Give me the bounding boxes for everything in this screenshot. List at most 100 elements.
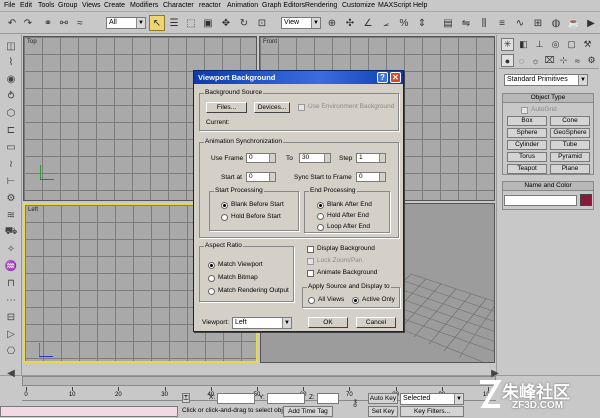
geosphere-button[interactable]: GeoSphere bbox=[550, 128, 590, 138]
rigid-body-icon[interactable]: ◫ bbox=[3, 39, 19, 53]
constraint-icon[interactable]: ⊏ bbox=[3, 123, 19, 137]
deforming-mesh-icon[interactable]: ⬡ bbox=[3, 106, 19, 120]
active-only-radio[interactable] bbox=[352, 297, 359, 304]
plane-icon[interactable]: ▭ bbox=[3, 140, 19, 154]
set-key-icon[interactable]: ⚷ bbox=[345, 396, 365, 410]
y-coord-input[interactable] bbox=[267, 393, 305, 404]
softbody-icon[interactable]: ◉ bbox=[3, 72, 19, 86]
layer-manager-icon[interactable]: ≡ bbox=[494, 15, 510, 31]
start-at-spinner[interactable]: 0 bbox=[246, 172, 276, 182]
menu-group[interactable]: Group bbox=[58, 1, 77, 11]
menu-help[interactable]: Help bbox=[413, 1, 427, 11]
dialog-title-bar[interactable]: Viewport Background ? ✕ bbox=[194, 71, 403, 84]
create-tab-icon[interactable]: ✳ bbox=[501, 38, 514, 51]
named-selection-icon[interactable]: ▤ bbox=[440, 15, 456, 31]
pyramid-button[interactable]: Pyramid bbox=[550, 152, 590, 162]
mirror-icon[interactable]: ⇋ bbox=[458, 15, 474, 31]
display-tab-icon[interactable]: ▢ bbox=[565, 38, 578, 51]
box-button[interactable]: Box bbox=[507, 116, 547, 126]
cone-button[interactable]: Cone bbox=[550, 116, 590, 126]
geometry-icon[interactable]: ● bbox=[501, 54, 514, 67]
water-icon[interactable]: ♒ bbox=[3, 259, 19, 273]
close-icon[interactable]: ✕ bbox=[390, 72, 401, 83]
menu-create[interactable]: Create bbox=[104, 1, 125, 11]
hinge-icon[interactable]: ⊓ bbox=[3, 276, 19, 290]
redo-icon[interactable]: ↷ bbox=[20, 15, 36, 31]
region-select-icon[interactable]: ⬚ bbox=[183, 15, 199, 31]
fracture-icon[interactable]: ✧ bbox=[3, 242, 19, 256]
key-set-dropdown[interactable]: Selected ▼ bbox=[400, 393, 464, 405]
help-icon[interactable]: ? bbox=[377, 72, 388, 83]
shapes-icon[interactable]: ◌ bbox=[515, 54, 528, 67]
select-link-icon[interactable]: ⚭ bbox=[40, 15, 56, 31]
cloth-icon[interactable]: ⌇ bbox=[3, 55, 19, 69]
plane-button[interactable]: Plane bbox=[550, 164, 590, 174]
key-filters-button[interactable]: Key Filters... bbox=[400, 406, 464, 417]
menu-customize[interactable]: Customize bbox=[342, 1, 375, 11]
display-background-checkbox[interactable] bbox=[307, 246, 314, 253]
viewport-top-label[interactable]: Top bbox=[27, 39, 37, 45]
x-coord-input[interactable] bbox=[217, 393, 255, 404]
selection-filter-dropdown[interactable]: All ▼ bbox=[106, 17, 146, 29]
material-editor-icon[interactable]: ◍ bbox=[548, 15, 564, 31]
add-time-tag-button[interactable]: Add Time Tag bbox=[283, 406, 333, 417]
angle-snap-icon[interactable]: ⦟ bbox=[378, 15, 394, 31]
menu-reactor[interactable]: reactor bbox=[199, 1, 221, 11]
set-key-button[interactable]: Set Key bbox=[368, 406, 398, 417]
object-name-input[interactable] bbox=[504, 195, 577, 206]
space-warps-icon[interactable]: ≈ bbox=[571, 54, 584, 67]
window-crossing-icon[interactable]: ▣ bbox=[200, 15, 216, 31]
toy-car-icon[interactable]: ⛟ bbox=[3, 225, 19, 239]
z-coord-input[interactable] bbox=[317, 393, 339, 404]
menu-maxscript[interactable]: MAXScript bbox=[378, 1, 411, 11]
percent-snap-icon[interactable]: % bbox=[396, 15, 412, 31]
motion-tab-icon[interactable]: ◎ bbox=[549, 38, 562, 51]
dashpot-icon[interactable]: ⊢ bbox=[3, 174, 19, 188]
cameras-icon[interactable]: ⌧ bbox=[543, 54, 556, 67]
reference-coord-dropdown[interactable]: View ▼ bbox=[281, 17, 321, 29]
schematic-view-icon[interactable]: ⊞ bbox=[530, 15, 546, 31]
blank-after-end-radio[interactable] bbox=[317, 202, 324, 209]
primitive-category-dropdown[interactable]: Standard Primitives ▼ bbox=[504, 74, 588, 86]
viewport-front-label[interactable]: Front bbox=[263, 39, 277, 45]
match-viewport-radio[interactable] bbox=[208, 262, 215, 269]
select-manipulate-icon[interactable]: ✣ bbox=[342, 15, 358, 31]
spring-icon[interactable]: ≀ bbox=[3, 157, 19, 171]
hold-before-start-radio[interactable] bbox=[221, 214, 228, 221]
menu-file[interactable]: File bbox=[4, 1, 15, 11]
menu-character[interactable]: Character bbox=[163, 1, 194, 11]
lights-icon[interactable]: ☼ bbox=[529, 54, 542, 67]
devices-button[interactable]: Devices... bbox=[254, 102, 290, 113]
match-bitmap-radio[interactable] bbox=[208, 275, 215, 282]
bind-space-warp-icon[interactable]: ≈ bbox=[72, 15, 88, 31]
select-move-icon[interactable]: ✥ bbox=[218, 15, 234, 31]
create-animation-icon[interactable]: ⎔ bbox=[3, 344, 19, 358]
menu-rendering[interactable]: Rendering bbox=[305, 1, 337, 11]
menu-graph-editors[interactable]: Graph Editors bbox=[262, 1, 305, 11]
name-color-header[interactable]: Name and Color bbox=[502, 181, 594, 191]
viewport-left-label[interactable]: Left bbox=[28, 207, 38, 213]
cylinder-button[interactable]: Cylinder bbox=[507, 140, 547, 150]
prev-frame-icon[interactable]: ◀ bbox=[3, 366, 19, 380]
use-frame-from-spinner[interactable]: 0 bbox=[246, 153, 276, 163]
menu-modifiers[interactable]: Modifiers bbox=[130, 1, 158, 11]
render-scene-icon[interactable]: ☕ bbox=[566, 15, 582, 31]
select-rotate-icon[interactable]: ↻ bbox=[236, 15, 252, 31]
match-rendering-output-radio[interactable] bbox=[208, 288, 215, 295]
point-to-point-icon[interactable]: ⋯ bbox=[3, 293, 19, 307]
loop-after-end-radio[interactable] bbox=[317, 224, 324, 231]
blank-before-start-radio[interactable] bbox=[221, 202, 228, 209]
utilities-tab-icon[interactable]: ⚒ bbox=[581, 38, 594, 51]
animate-background-checkbox[interactable] bbox=[307, 270, 314, 277]
spinner-snap-icon[interactable]: ⇕ bbox=[414, 15, 430, 31]
unlink-icon[interactable]: ⚯ bbox=[56, 15, 72, 31]
menu-views[interactable]: Views bbox=[82, 1, 101, 11]
object-color-swatch[interactable] bbox=[580, 194, 592, 206]
preview-icon[interactable]: ▷ bbox=[3, 327, 19, 341]
helpers-icon[interactable]: ⊹ bbox=[557, 54, 570, 67]
menu-animation[interactable]: Animation bbox=[227, 1, 258, 11]
auto-key-button[interactable]: Auto Key bbox=[368, 393, 398, 404]
sync-start-spinner[interactable]: 0 bbox=[356, 172, 386, 182]
torus-button[interactable]: Torus bbox=[507, 152, 547, 162]
curve-editor-icon[interactable]: ∿ bbox=[512, 15, 528, 31]
